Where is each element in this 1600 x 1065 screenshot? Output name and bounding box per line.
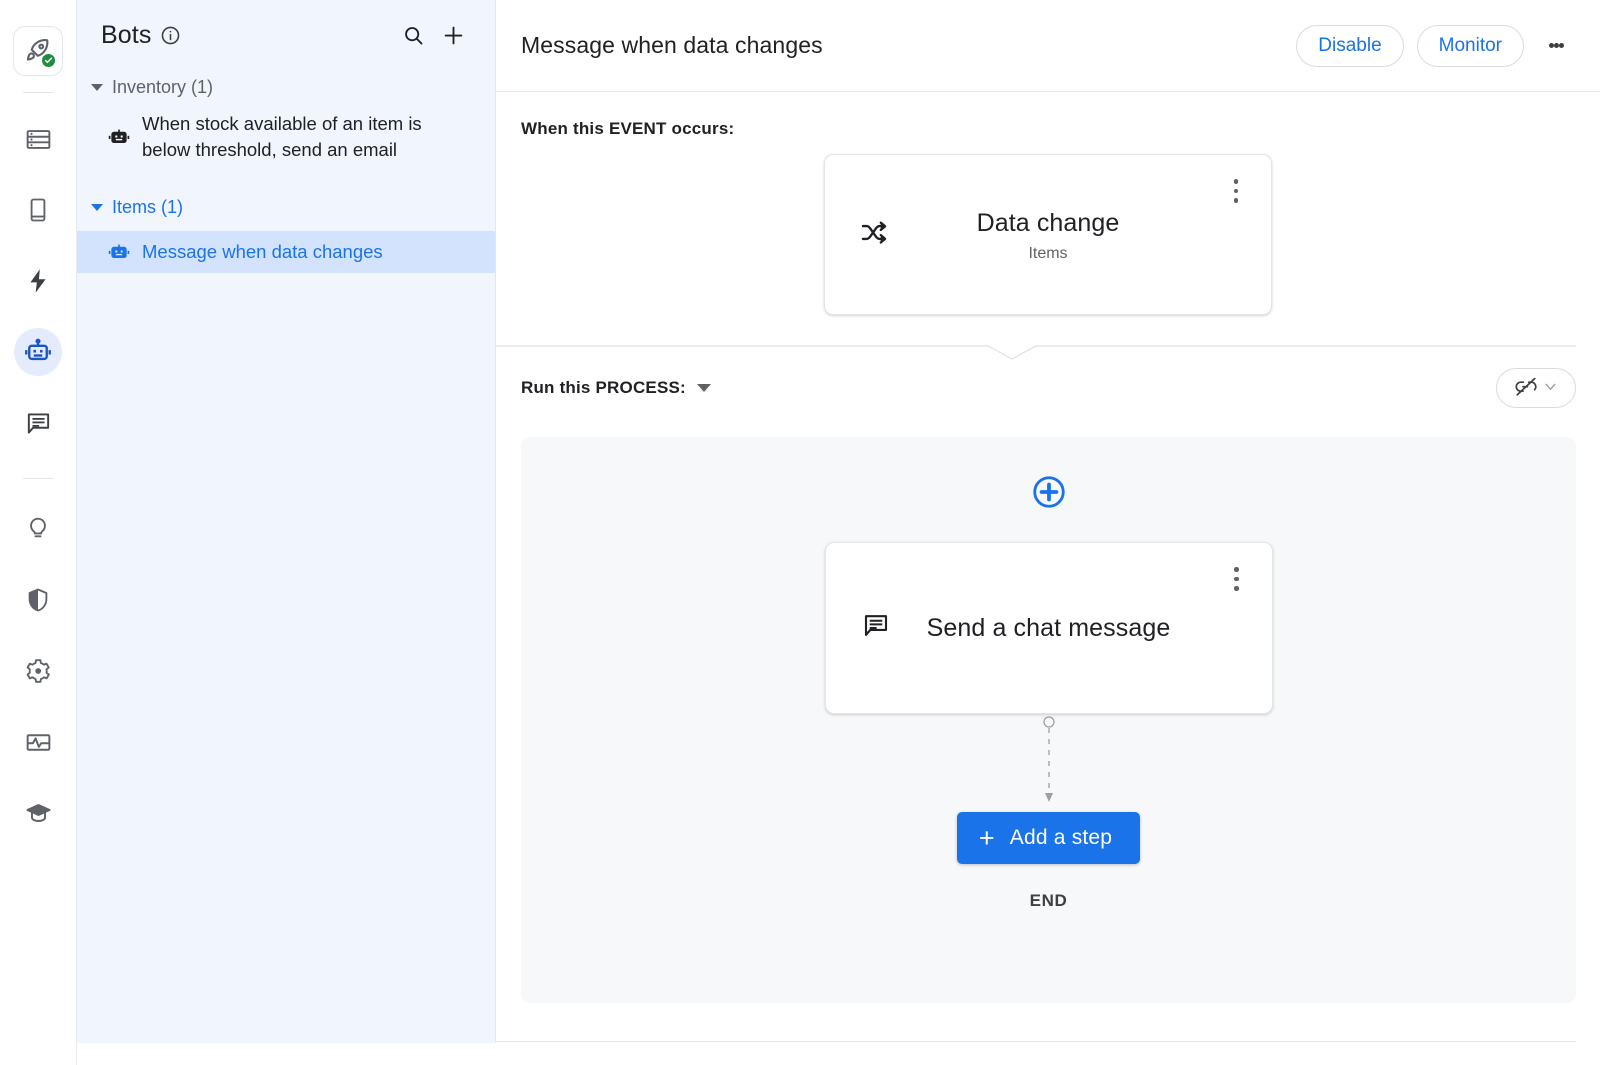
search-icon[interactable] [393, 15, 433, 55]
app-root: Bots [0, 0, 1600, 1065]
add-step-label: Add a step [1010, 826, 1112, 850]
monitor-button[interactable]: Monitor [1417, 25, 1524, 67]
event-card-wrap: Data change Items [496, 139, 1600, 315]
robot-icon [107, 125, 131, 149]
connector-notch-icon [496, 334, 1600, 360]
sidebar-group-items[interactable]: Items (1) [77, 190, 495, 224]
kebab-menu-icon[interactable] [1216, 171, 1256, 211]
lightning-bolt-icon [24, 267, 52, 295]
mobile-device-icon [24, 196, 52, 224]
link-off-button[interactable] [1496, 368, 1576, 408]
monitoring-pulse-icon [24, 728, 53, 757]
dot [1234, 189, 1239, 194]
event-card-title: Data change [881, 207, 1215, 240]
end-label: END [1030, 891, 1068, 911]
rail-item-launch[interactable] [13, 26, 63, 76]
step-card-body: Send a chat message [826, 612, 1272, 645]
dot [1234, 567, 1239, 572]
left-icon-rail [0, 0, 77, 1065]
sidebar-group-label: Inventory (1) [112, 77, 213, 98]
step-card-send-chat-message[interactable]: Send a chat message [825, 542, 1273, 714]
kebab-menu-icon[interactable] [1217, 559, 1257, 599]
bot-name: Message when data changes [142, 239, 383, 265]
list-item-selected[interactable]: Message when data changes [77, 231, 495, 273]
rail-item-settings[interactable] [14, 647, 62, 695]
dot [1554, 43, 1559, 48]
process-section-label: Run this PROCESS: [521, 378, 686, 398]
rail-item-learn[interactable] [14, 789, 62, 837]
dot [1549, 43, 1554, 48]
rail-item-data[interactable] [14, 115, 62, 163]
step-card-wrap: Send a chat message [825, 542, 1273, 714]
chat-message-icon [24, 409, 53, 438]
info-icon[interactable] [160, 25, 181, 46]
lightbulb-icon [24, 515, 52, 543]
rail-item-actions[interactable] [14, 257, 62, 305]
bottom-divider [496, 1041, 1576, 1042]
sidebar-group-inventory[interactable]: Inventory (1) [77, 70, 495, 104]
dot [1234, 179, 1239, 184]
plus-icon: + [979, 825, 995, 852]
event-card-data-change[interactable]: Data change Items [824, 154, 1272, 315]
link-off-icon [1514, 375, 1538, 402]
sidebar-group-label: Items (1) [112, 197, 183, 218]
rail-item-insights[interactable] [14, 505, 62, 553]
main-panel: Message when data changes Disable Monito… [496, 0, 1600, 1065]
robot-icon [107, 240, 131, 264]
dot [1234, 577, 1239, 582]
kebab-menu-icon[interactable] [1536, 26, 1576, 66]
rail-item-mobile[interactable] [14, 186, 62, 234]
sidebar-title: Bots [101, 21, 151, 50]
rail-item-security[interactable] [14, 576, 62, 624]
launch-status-badge [42, 54, 55, 67]
bot-name: When stock available of an item is below… [142, 111, 473, 163]
event-card-body: Data change Items [825, 207, 1271, 263]
caret-down-icon [91, 204, 103, 211]
bots-sidebar: Bots [77, 0, 496, 1043]
sidebar-header: Bots [77, 0, 495, 70]
rail-item-messages[interactable] [14, 399, 62, 447]
triangle-down-icon[interactable] [697, 384, 711, 392]
add-step-button[interactable]: + Add a step [957, 812, 1140, 864]
robot-icon [23, 337, 53, 367]
rail-divider-bottom [23, 478, 53, 479]
shuffle-icon [860, 218, 888, 251]
rail-divider-top [23, 92, 53, 93]
graduation-cap-icon [24, 799, 53, 828]
list-item[interactable]: When stock available of an item is below… [77, 104, 495, 170]
step-card-title: Send a chat message [882, 612, 1216, 645]
disable-button[interactable]: Disable [1296, 25, 1403, 67]
event-section-label: When this EVENT occurs: [496, 119, 1600, 139]
event-process-connector [496, 346, 1600, 347]
dot [1559, 43, 1564, 48]
gear-icon [24, 657, 52, 685]
shield-icon [24, 586, 52, 614]
event-section: When this EVENT occurs: Data change Item [496, 92, 1600, 347]
event-card-subtitle: Items [881, 245, 1215, 263]
database-icon [24, 125, 53, 154]
main-header: Message when data changes Disable Monito… [496, 0, 1600, 92]
rail-item-bots[interactable] [14, 328, 62, 376]
add-bot-icon[interactable] [433, 15, 473, 55]
page-title: Message when data changes [521, 32, 823, 59]
step-connector [1039, 714, 1059, 806]
dot [1234, 586, 1239, 591]
chevron-down-icon [1542, 378, 1559, 398]
caret-down-icon [91, 84, 103, 91]
rail-item-monitoring[interactable] [14, 718, 62, 766]
process-canvas: Send a chat message + [521, 437, 1576, 1003]
dot [1234, 198, 1239, 203]
chat-message-icon [861, 611, 891, 646]
dashed-arrow-icon [1039, 714, 1059, 806]
add-circle-icon[interactable] [1030, 473, 1068, 516]
